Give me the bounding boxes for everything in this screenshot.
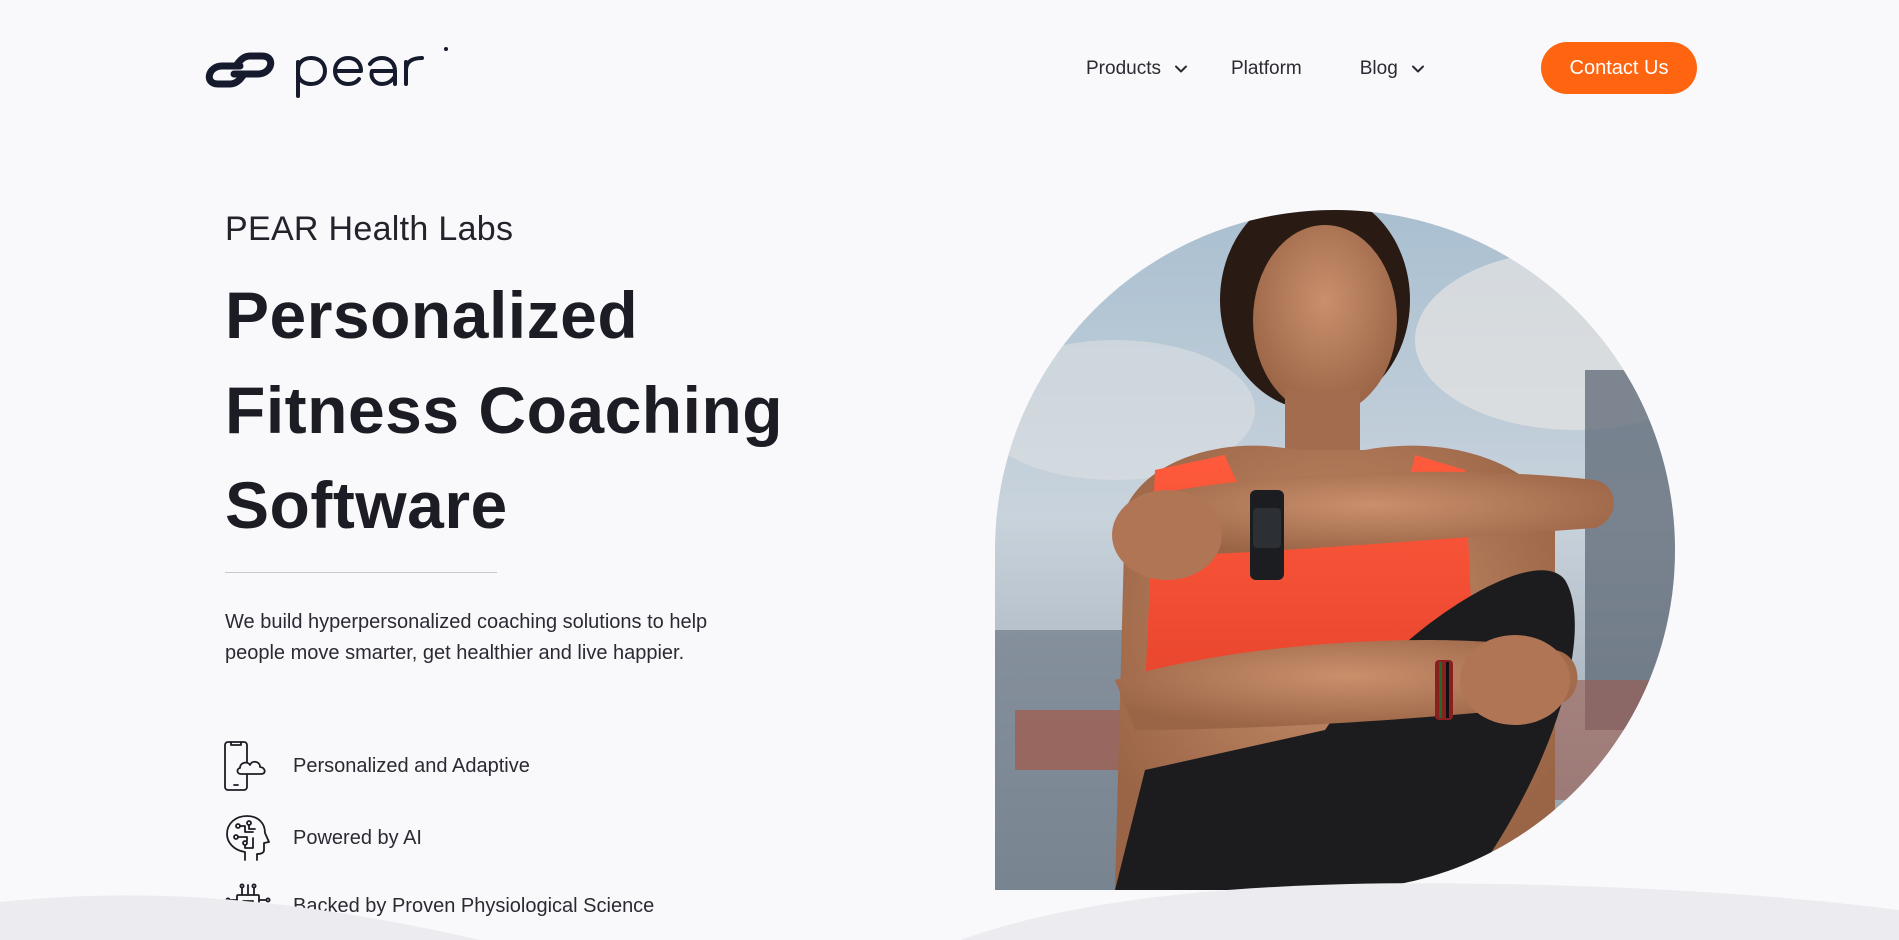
landing-page: Products Platform Blog Contact Us PEAR H… [0, 0, 1899, 940]
contact-us-label: Contact Us [1569, 56, 1669, 79]
feature-label: Powered by AI [293, 826, 422, 849]
pear-logo-mark [205, 47, 448, 98]
headline-line-1: Personalized [225, 278, 639, 352]
ai-head-icon [223, 812, 273, 864]
feature-label: Personalized and Adaptive [293, 754, 530, 777]
headline-line-3: Software [225, 468, 508, 542]
bottom-wave-decoration [0, 883, 1899, 940]
pear-logo[interactable] [200, 40, 455, 100]
nav-platform[interactable]: Platform [1231, 50, 1302, 88]
hero-photo [995, 210, 1675, 890]
chevron-down-icon [1411, 65, 1424, 73]
nav-products-label: Products [1086, 58, 1161, 79]
feature-item: Personalized and Adaptive [223, 740, 530, 792]
hero-divider [225, 572, 497, 573]
hero-description: We build hyperpersonalized coaching solu… [225, 611, 708, 664]
phone-cloud-icon [223, 740, 273, 792]
nav-blog[interactable]: Blog [1360, 50, 1426, 88]
hero-headline: Personalized Fitness Coaching Software [225, 268, 865, 553]
nav-blog-label: Blog [1359, 58, 1398, 79]
contact-us-button[interactable]: Contact Us [1541, 42, 1697, 94]
chevron-down-icon [1174, 65, 1187, 73]
headline-line-2: Fitness Coaching [225, 373, 784, 447]
nav-products[interactable]: Products [1086, 50, 1189, 88]
nav-platform-label: Platform [1230, 58, 1302, 79]
hero-eyebrow: PEAR Health Labs [225, 210, 514, 248]
feature-item: Powered by AI [223, 812, 422, 864]
main-nav: Products Platform Blog [1086, 50, 1426, 88]
